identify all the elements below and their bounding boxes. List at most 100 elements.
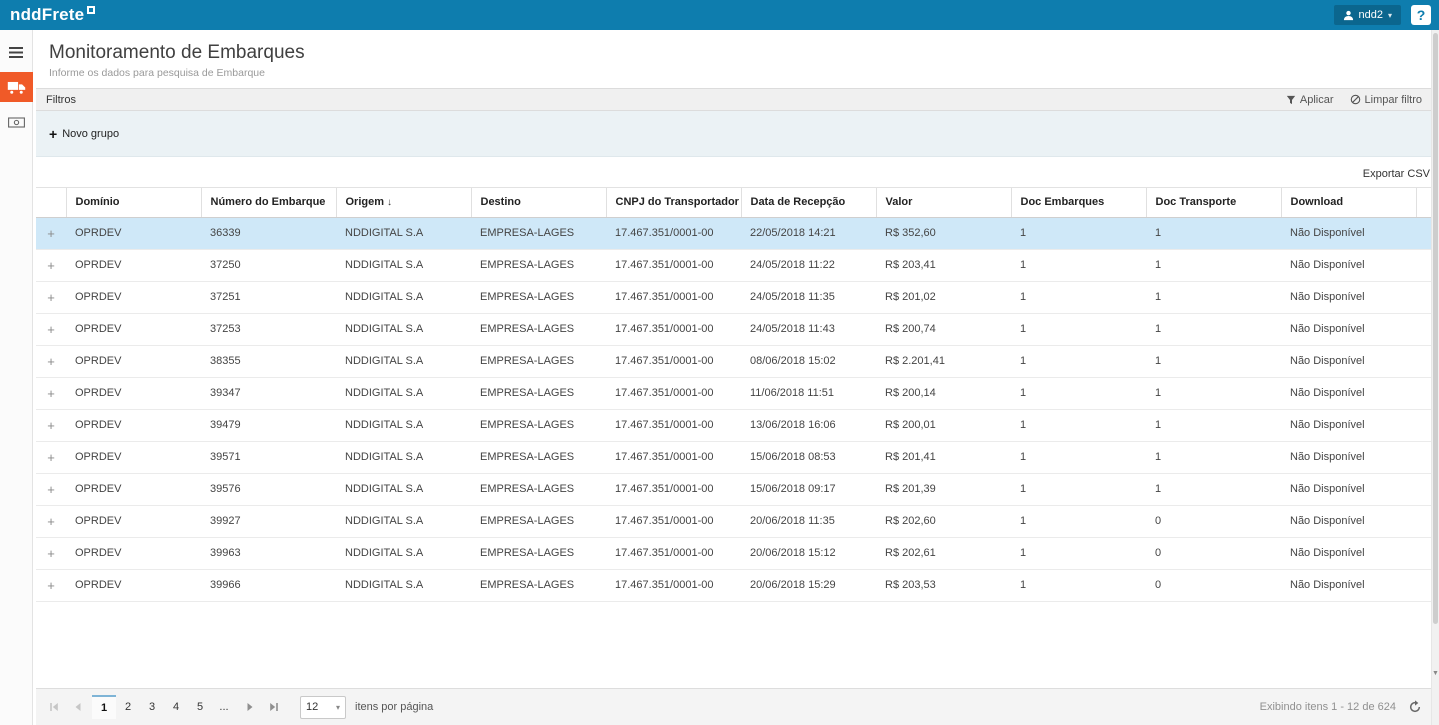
table-cell: EMPRESA-LAGES: [471, 313, 606, 345]
money-icon: [8, 117, 25, 128]
table-cell: EMPRESA-LAGES: [471, 473, 606, 505]
table-cell: 20/06/2018 11:35: [741, 505, 876, 537]
expand-row-button[interactable]: +: [36, 217, 66, 249]
column-header[interactable]: Download: [1281, 188, 1416, 217]
page-button[interactable]: 4: [164, 695, 188, 719]
table-cell: 17.467.351/0001-00: [606, 569, 741, 601]
expand-row-button[interactable]: +: [36, 537, 66, 569]
prev-page-button[interactable]: [66, 695, 90, 719]
table-cell: R$ 203,41: [876, 249, 1011, 281]
table-cell: NDDIGITAL S.A: [336, 473, 471, 505]
expand-row-button[interactable]: +: [36, 473, 66, 505]
expand-row-button[interactable]: +: [36, 441, 66, 473]
filters-bar: Filtros Aplicar Limpar filtro: [36, 88, 1432, 111]
table-cell: Não Disponível: [1281, 441, 1416, 473]
column-header[interactable]: CNPJ do Transportador: [606, 188, 741, 217]
table-row[interactable]: +OPRDEV36339NDDIGITAL S.AEMPRESA-LAGES17…: [36, 217, 1431, 249]
table-cell: 36339: [201, 217, 336, 249]
export-csv-link[interactable]: Exportar CSV: [1363, 168, 1430, 180]
data-grid: DomínioNúmero do EmbarqueOrigem↓DestinoC…: [36, 187, 1432, 602]
column-header[interactable]: Doc Transporte: [1146, 188, 1281, 217]
table-cell: OPRDEV: [66, 217, 201, 249]
table-row[interactable]: +OPRDEV39966NDDIGITAL S.AEMPRESA-LAGES17…: [36, 569, 1431, 601]
table-cell: 37251: [201, 281, 336, 313]
column-header[interactable]: Doc Embarques: [1011, 188, 1146, 217]
table-row[interactable]: +OPRDEV39963NDDIGITAL S.AEMPRESA-LAGES17…: [36, 537, 1431, 569]
column-header[interactable]: Destino: [471, 188, 606, 217]
expand-row-button[interactable]: +: [36, 409, 66, 441]
user-menu[interactable]: ndd2 ▾: [1334, 5, 1402, 25]
clear-filter-button[interactable]: Limpar filtro: [1350, 94, 1422, 106]
table-row[interactable]: +OPRDEV39576NDDIGITAL S.AEMPRESA-LAGES17…: [36, 473, 1431, 505]
table-row[interactable]: +OPRDEV37251NDDIGITAL S.AEMPRESA-LAGES17…: [36, 281, 1431, 313]
table-cell: NDDIGITAL S.A: [336, 569, 471, 601]
column-header[interactable]: Número do Embarque: [201, 188, 336, 217]
column-header[interactable]: Valor: [876, 188, 1011, 217]
table-row[interactable]: +OPRDEV37253NDDIGITAL S.AEMPRESA-LAGES17…: [36, 313, 1431, 345]
vertical-scrollbar[interactable]: ▼: [1431, 30, 1439, 725]
apply-filter-button[interactable]: Aplicar: [1286, 94, 1334, 106]
more-pages-button[interactable]: ...: [212, 695, 236, 719]
page-button[interactable]: 3: [140, 695, 164, 719]
expand-row-button[interactable]: +: [36, 569, 66, 601]
table-cell: 15/06/2018 08:53: [741, 441, 876, 473]
table-row[interactable]: +OPRDEV39571NDDIGITAL S.AEMPRESA-LAGES17…: [36, 441, 1431, 473]
last-page-button[interactable]: [262, 695, 286, 719]
table-cell: R$ 201,41: [876, 441, 1011, 473]
column-header[interactable]: Domínio: [66, 188, 201, 217]
page-button[interactable]: 2: [116, 695, 140, 719]
new-group-button[interactable]: + Novo grupo: [49, 127, 119, 141]
table-row[interactable]: +OPRDEV39479NDDIGITAL S.AEMPRESA-LAGES17…: [36, 409, 1431, 441]
scrollbar-thumb[interactable]: [1433, 33, 1438, 624]
first-page-button[interactable]: [42, 695, 66, 719]
page-button[interactable]: 5: [188, 695, 212, 719]
help-button[interactable]: ?: [1411, 5, 1431, 25]
table-cell: OPRDEV: [66, 313, 201, 345]
column-header[interactable]: Data de Recepção: [741, 188, 876, 217]
table-row[interactable]: +OPRDEV39347NDDIGITAL S.AEMPRESA-LAGES17…: [36, 377, 1431, 409]
topbar: nddFrete ndd2 ▾ ?: [0, 0, 1439, 30]
pager-status: Exibindo itens 1 - 12 de 624: [1260, 701, 1408, 713]
sidebar-item-embarques[interactable]: [0, 72, 33, 102]
table-cell: OPRDEV: [66, 569, 201, 601]
expand-column-header: [36, 188, 66, 217]
table-cell: EMPRESA-LAGES: [471, 537, 606, 569]
table-cell: NDDIGITAL S.A: [336, 537, 471, 569]
expand-row-button[interactable]: +: [36, 377, 66, 409]
expand-row-button[interactable]: +: [36, 281, 66, 313]
expand-row-button[interactable]: +: [36, 249, 66, 281]
grid-header-row: DomínioNúmero do EmbarqueOrigem↓DestinoC…: [36, 188, 1431, 217]
table-cell: 0: [1146, 505, 1281, 537]
table-cell: R$ 200,14: [876, 377, 1011, 409]
sort-arrow-icon: ↓: [387, 197, 392, 208]
grid-body: +OPRDEV36339NDDIGITAL S.AEMPRESA-LAGES17…: [36, 217, 1431, 601]
table-cell: 17.467.351/0001-00: [606, 313, 741, 345]
column-header[interactable]: Origem↓: [336, 188, 471, 217]
table-cell: NDDIGITAL S.A: [336, 217, 471, 249]
table-cell: Não Disponível: [1281, 249, 1416, 281]
table-cell: R$ 202,61: [876, 537, 1011, 569]
table-cell: 0: [1146, 569, 1281, 601]
user-name: ndd2: [1359, 9, 1383, 21]
sidebar-item-financeiro[interactable]: [0, 108, 33, 136]
table-cell: R$ 202,60: [876, 505, 1011, 537]
next-page-button[interactable]: [238, 695, 262, 719]
table-cell: 1: [1011, 345, 1146, 377]
expand-row-button[interactable]: +: [36, 505, 66, 537]
expand-row-button[interactable]: +: [36, 313, 66, 345]
table-cell: Não Disponível: [1281, 377, 1416, 409]
menu-toggle-button[interactable]: [0, 38, 33, 66]
table-row[interactable]: +OPRDEV39927NDDIGITAL S.AEMPRESA-LAGES17…: [36, 505, 1431, 537]
expand-row-button[interactable]: +: [36, 345, 66, 377]
table-cell: 1: [1146, 217, 1281, 249]
table-cell: 1: [1011, 249, 1146, 281]
table-row[interactable]: +OPRDEV38355NDDIGITAL S.AEMPRESA-LAGES17…: [36, 345, 1431, 377]
scroll-down-icon[interactable]: ▼: [1432, 670, 1439, 677]
table-cell: 24/05/2018 11:43: [741, 313, 876, 345]
refresh-button[interactable]: [1408, 700, 1426, 714]
table-row[interactable]: +OPRDEV37250NDDIGITAL S.AEMPRESA-LAGES17…: [36, 249, 1431, 281]
page-button[interactable]: 1: [92, 695, 116, 719]
page-subtitle: Informe os dados para pesquisa de Embarq…: [49, 67, 1432, 79]
table-cell: EMPRESA-LAGES: [471, 409, 606, 441]
page-size-select[interactable]: 12 ▾: [300, 696, 346, 719]
